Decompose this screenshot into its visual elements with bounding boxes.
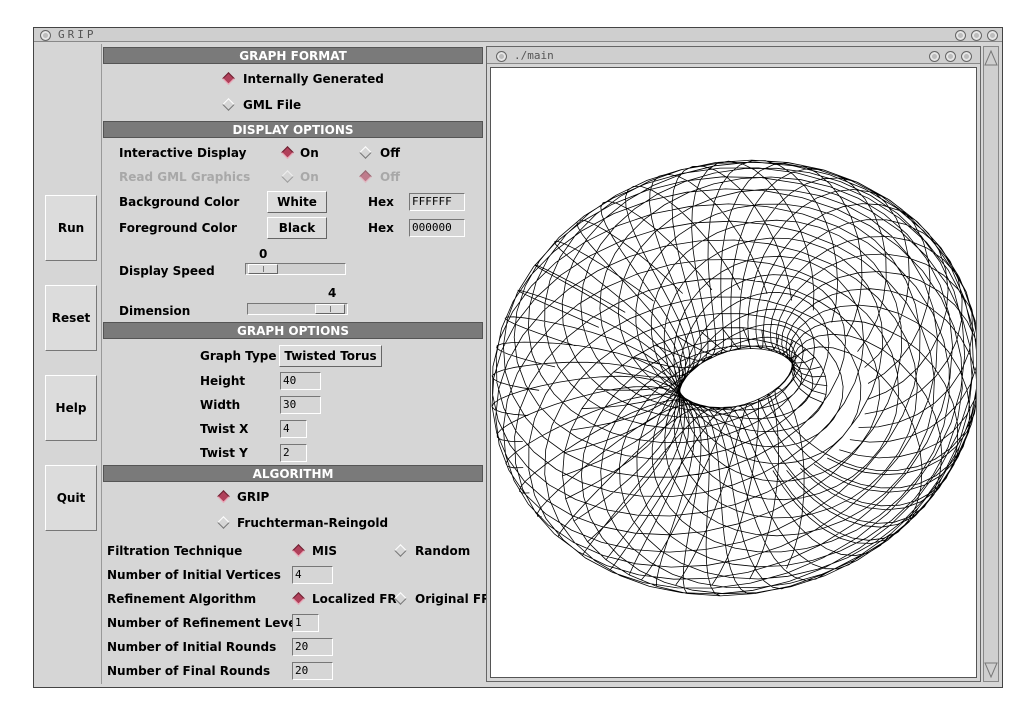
refinement-label: Refinement Algorithm xyxy=(107,592,257,606)
bg-hex-label: Hex xyxy=(368,195,394,209)
viewer-maximize-icon[interactable] xyxy=(945,51,956,62)
grip-label[interactable]: GRIP xyxy=(237,490,269,504)
viewer-title: ./main xyxy=(514,49,554,62)
interactive-display-label: Interactive Display xyxy=(119,146,247,160)
interactive-on-label[interactable]: On xyxy=(300,146,319,160)
graph-options-header: GRAPH OPTIONS xyxy=(103,322,483,339)
algorithm-header: ALGORITHM xyxy=(103,465,483,482)
dimension-value: 4 xyxy=(328,286,337,300)
mis-label[interactable]: MIS xyxy=(312,544,337,558)
scrollbar-arrows xyxy=(984,49,998,679)
random-label[interactable]: Random xyxy=(415,544,470,558)
height-label: Height xyxy=(200,374,246,388)
run-button[interactable]: Run xyxy=(45,195,97,261)
viewer-minimize-icon[interactable] xyxy=(929,51,940,62)
height-field[interactable]: 40 xyxy=(280,372,321,390)
help-button[interactable]: Help xyxy=(45,375,97,441)
window-titlebar[interactable] xyxy=(34,28,1002,42)
viewer-menu-icon[interactable] xyxy=(496,51,507,62)
fr-label[interactable]: Fruchterman-Reingold xyxy=(237,516,388,530)
fg-hex-field[interactable]: 000000 xyxy=(409,219,465,237)
foreground-color-label: Foreground Color xyxy=(119,221,237,235)
dimension-handle[interactable] xyxy=(315,304,345,314)
width-label: Width xyxy=(200,398,241,412)
side-button-column xyxy=(36,44,102,684)
display-options-header: DISPLAY OPTIONS xyxy=(103,121,483,138)
graph-format-header: GRAPH FORMAT xyxy=(103,47,483,64)
twist-y-field[interactable]: 2 xyxy=(280,444,307,462)
localized-label[interactable]: Localized FR xyxy=(312,592,397,606)
twist-x-field[interactable]: 4 xyxy=(280,420,307,438)
reset-button[interactable]: Reset xyxy=(45,285,97,351)
twist-y-label: Twist Y xyxy=(200,446,248,460)
viewer-close-icon[interactable] xyxy=(961,51,972,62)
read-gml-label: Read GML Graphics xyxy=(119,170,251,184)
read-gml-on-label: On xyxy=(300,170,319,184)
gml-file-label[interactable]: GML File xyxy=(243,98,301,112)
display-speed-handle[interactable] xyxy=(248,264,278,274)
close-icon[interactable] xyxy=(987,30,998,41)
fg-hex-label: Hex xyxy=(368,221,394,235)
background-color-label: Background Color xyxy=(119,195,240,209)
refinement-levels-field[interactable]: 1 xyxy=(292,614,319,632)
filtration-label: Filtration Technique xyxy=(107,544,243,558)
twist-x-label: Twist X xyxy=(200,422,249,436)
graph-type-button[interactable]: Twisted Torus xyxy=(279,345,382,367)
minimize-icon[interactable] xyxy=(955,30,966,41)
bg-hex-field[interactable]: FFFFFF xyxy=(409,193,465,211)
graph-type-label: Graph Type xyxy=(200,349,277,363)
initial-vertices-label: Number of Initial Vertices xyxy=(107,568,281,582)
final-rounds-label: Number of Final Rounds xyxy=(107,664,271,678)
torus-edges xyxy=(491,159,981,597)
scroll-up-icon xyxy=(984,49,998,66)
refinement-levels-label: Number of Refinement Levels xyxy=(107,616,308,630)
maximize-icon[interactable] xyxy=(971,30,982,41)
internal-label[interactable]: Internally Generated xyxy=(243,72,384,86)
initial-vertices-field[interactable]: 4 xyxy=(292,566,333,584)
initial-rounds-field[interactable]: 20 xyxy=(292,638,333,656)
window-menu-icon[interactable] xyxy=(40,30,51,41)
dimension-slider[interactable] xyxy=(247,303,348,315)
width-field[interactable]: 30 xyxy=(280,396,321,414)
initial-rounds-label: Number of Initial Rounds xyxy=(107,640,277,654)
read-gml-off-label: Off xyxy=(380,170,400,184)
viewer-scrollbar[interactable] xyxy=(983,46,999,682)
dimension-label: Dimension xyxy=(119,304,191,318)
background-color-button[interactable]: White xyxy=(267,191,327,213)
display-speed-label: Display Speed xyxy=(119,264,215,278)
foreground-color-button[interactable]: Black xyxy=(267,217,327,239)
interactive-off-label[interactable]: Off xyxy=(380,146,400,160)
twisted-torus-drawing xyxy=(491,159,981,597)
viewer-titlebar[interactable] xyxy=(487,47,980,64)
scroll-down-icon xyxy=(984,662,998,679)
speed-value: 0 xyxy=(259,247,268,261)
display-speed-slider[interactable] xyxy=(245,263,346,275)
original-label[interactable]: Original FR xyxy=(415,592,490,606)
final-rounds-field[interactable]: 20 xyxy=(292,662,333,680)
window-title: GRIP xyxy=(58,28,97,41)
graph-canvas[interactable] xyxy=(490,67,981,678)
quit-button[interactable]: Quit xyxy=(45,465,97,531)
